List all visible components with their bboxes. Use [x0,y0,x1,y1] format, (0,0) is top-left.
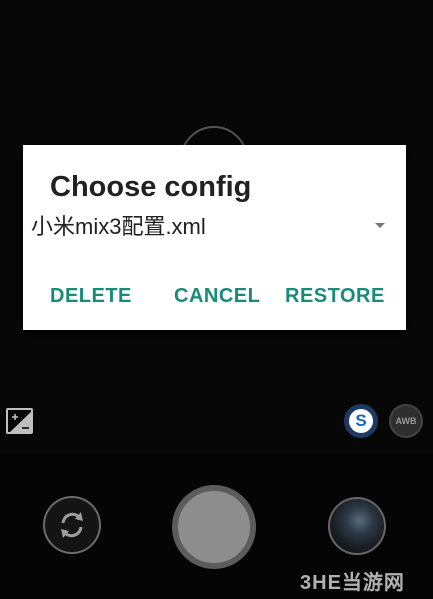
restore-button[interactable]: RESTORE [285,285,385,308]
delete-button[interactable]: DELETE [50,285,132,308]
cancel-button[interactable]: CANCEL [174,285,260,308]
choose-config-dialog: Choose config 小米mix3配置.xml DELETE CANCEL… [23,145,406,330]
config-dropdown-value: 小米mix3配置.xml [31,214,206,239]
watermark-logo: 3HE当游网 [300,572,405,594]
exposure-compensation-icon[interactable] [6,408,33,434]
scene-mode-button[interactable]: S [344,404,378,438]
gallery-thumbnail[interactable] [328,497,386,555]
config-dropdown[interactable]: 小米mix3配置.xml [31,209,391,241]
awb-button[interactable]: AWB [389,404,423,438]
dropdown-arrow-icon [375,222,385,228]
dialog-title: Choose config [50,171,252,203]
shutter-button[interactable] [172,485,256,569]
scene-mode-icon: S [349,409,373,433]
switch-camera-icon [61,512,83,538]
switch-camera-button[interactable] [43,496,101,554]
